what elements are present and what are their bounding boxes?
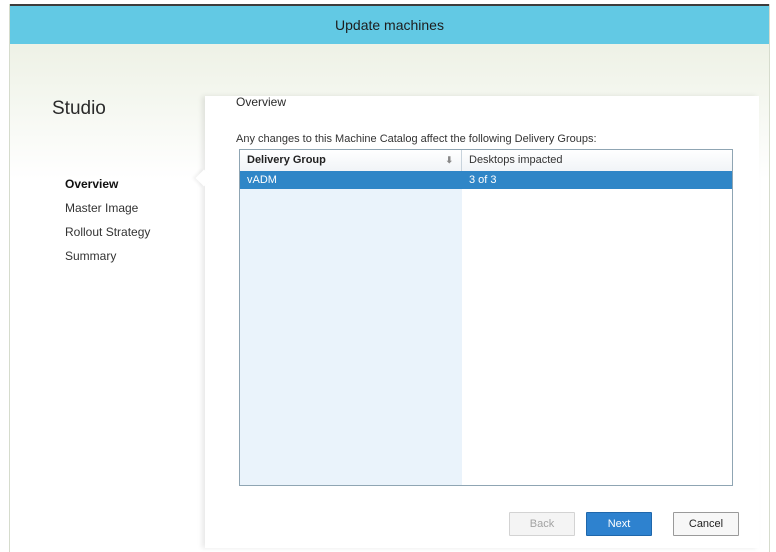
column-header-label: Delivery Group [247, 154, 326, 166]
window-title: Update machines [335, 17, 444, 33]
nav-step-master-image[interactable]: Master Image [65, 196, 150, 220]
cell-desktops-impacted: 3 of 3 [469, 174, 497, 186]
column-header-desktops-impacted[interactable]: Desktops impacted [462, 150, 732, 171]
section-title: Overview [236, 95, 287, 109]
sort-down-icon[interactable]: ⬇ [445, 150, 453, 171]
nav-step-overview[interactable]: Overview [65, 172, 150, 196]
table-header: Delivery Group ⬇ Desktops impacted [240, 150, 732, 172]
nav-step-rollout-strategy[interactable]: Rollout Strategy [65, 220, 150, 244]
column-header-delivery-group[interactable]: Delivery Group ⬇ [240, 150, 462, 171]
table-row[interactable]: vADM 3 of 3 [240, 171, 732, 189]
next-button[interactable]: Next [586, 512, 652, 536]
first-column-background [240, 171, 462, 485]
back-button[interactable]: Back [509, 512, 575, 536]
column-header-label: Desktops impacted [469, 154, 563, 166]
title-bar: Update machines [10, 4, 769, 44]
nav-step-summary[interactable]: Summary [65, 244, 150, 268]
wizard-steps-nav: Overview Master Image Rollout Strategy S… [65, 172, 150, 268]
app-name: Studio [52, 98, 106, 119]
delivery-groups-table: Delivery Group ⬇ Desktops impacted vADM … [239, 149, 733, 486]
cell-delivery-group: vADM [247, 174, 277, 186]
cancel-button[interactable]: Cancel [673, 512, 739, 536]
description-text: Any changes to this Machine Catalog affe… [236, 133, 597, 145]
